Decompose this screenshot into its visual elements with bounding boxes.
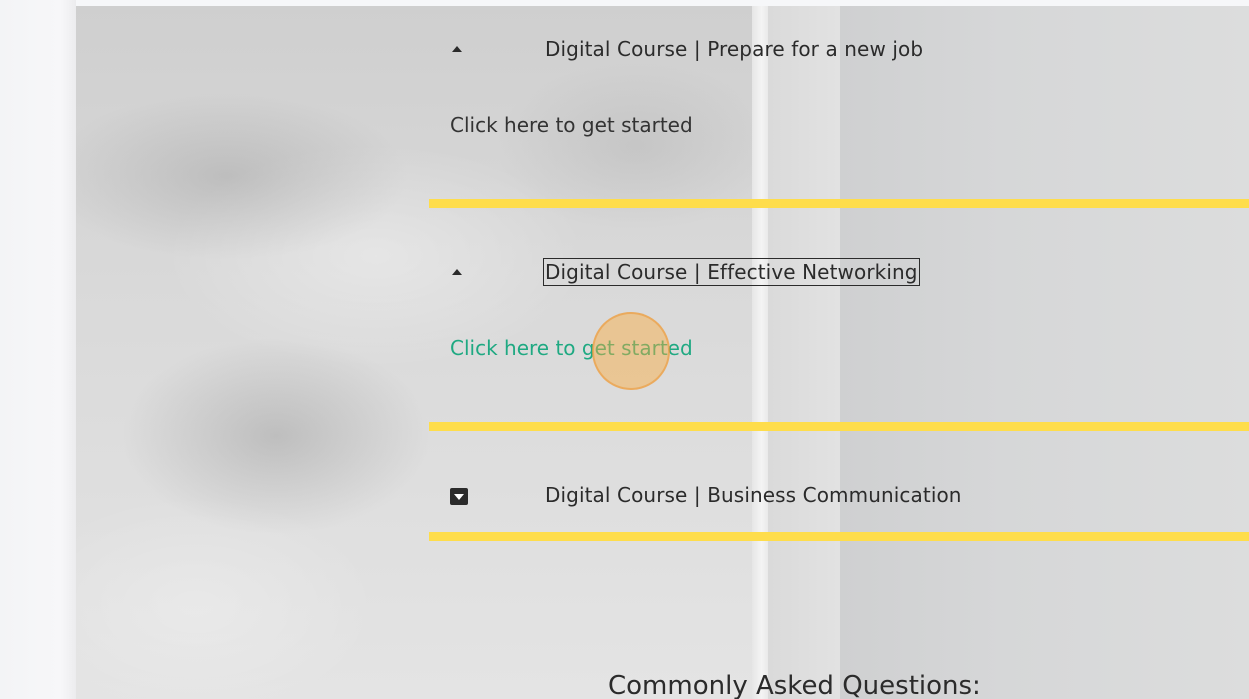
accordion-header[interactable]: Digital Course | Business Communication [0, 476, 1249, 516]
accordion-divider [429, 532, 1249, 541]
accordion-header[interactable]: Digital Course | Effective Networking [0, 253, 1249, 293]
accordion-divider [429, 422, 1249, 431]
left-page-margin [0, 0, 76, 699]
caret-up-icon[interactable] [452, 269, 462, 275]
faq-heading: Commonly Asked Questions: [608, 671, 981, 699]
get-started-link[interactable]: Click here to get started [450, 336, 693, 360]
window-column [768, 6, 840, 699]
accordion-title[interactable]: Digital Course | Effective Networking [543, 258, 920, 286]
page: Digital Course | Prepare for a new job C… [0, 0, 1249, 699]
interior-wall [840, 6, 1249, 699]
accordion-header[interactable]: Digital Course | Prepare for a new job [0, 30, 1249, 70]
caret-up-icon[interactable] [452, 46, 462, 52]
get-started-link[interactable]: Click here to get started [450, 113, 693, 137]
window-frame [752, 6, 768, 699]
expand-box-icon[interactable] [450, 488, 468, 505]
accordion-divider [429, 199, 1249, 208]
accordion-title[interactable]: Digital Course | Prepare for a new job [545, 37, 923, 61]
accordion-title[interactable]: Digital Course | Business Communication [545, 483, 962, 507]
